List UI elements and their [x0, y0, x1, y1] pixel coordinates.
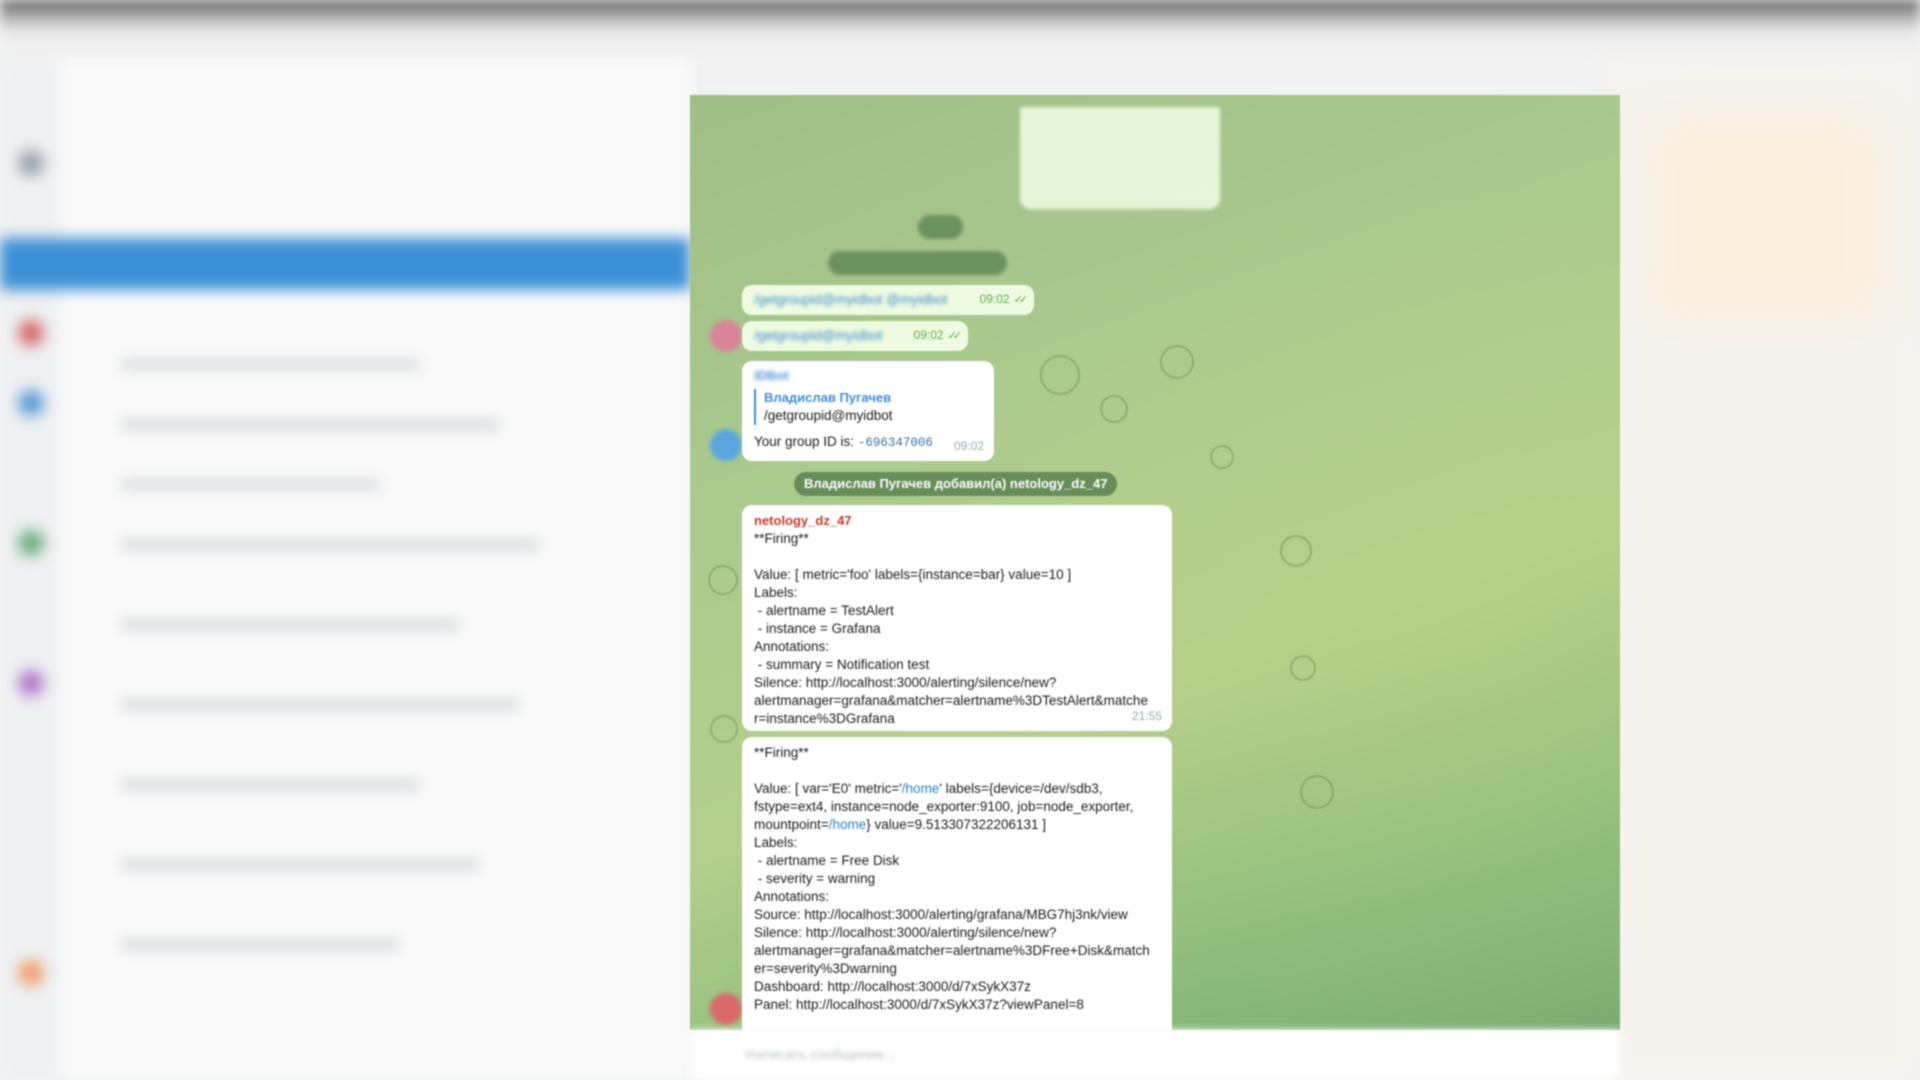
home-link[interactable]: /home — [902, 781, 940, 796]
message-time: 09:02 — [953, 439, 984, 453]
message-text: Your group ID is: -696347006 — [754, 433, 933, 452]
chat-list-item[interactable] — [120, 540, 540, 549]
alert-details: Labels: - alertname = Free Disk - severi… — [754, 835, 1150, 1012]
chat-list-item[interactable] — [120, 420, 500, 429]
message-sender[interactable]: netology_dz_47 — [754, 512, 852, 530]
wallpaper-doodle — [1040, 355, 1080, 395]
message-sender[interactable]: IDBot — [754, 367, 789, 385]
chat-list-item-active[interactable] — [0, 238, 690, 290]
outgoing-message[interactable]: /getgroupid@myidbot @myidbot 09:02 ✓✓ — [742, 285, 1034, 315]
reply-quote[interactable]: Владислав Пугачев /getgroupid@myidbot — [754, 389, 893, 425]
menu-icon[interactable] — [18, 150, 44, 176]
reply-text: /getgroupid@myidbot — [764, 408, 893, 423]
chat-list-item[interactable] — [120, 780, 420, 789]
service-message-previous: ........................................… — [828, 251, 1007, 275]
reply-author: Владислав Пугачев — [764, 390, 892, 405]
chat-list-item[interactable] — [120, 480, 380, 489]
wallpaper-doodle — [1160, 345, 1194, 379]
wallpaper-doodle — [708, 565, 738, 595]
sender-avatar[interactable] — [710, 320, 742, 352]
outgoing-message[interactable]: /getgroupid@myidbot 09:02 ✓✓ — [742, 321, 968, 351]
message-input-placeholder[interactable]: Написать сообщение... — [745, 1046, 895, 1062]
wallpaper-doodle — [1300, 775, 1334, 809]
group-id-code[interactable]: -696347006 — [858, 436, 933, 450]
message-text: **Firing** Value: [ var='E0' metric='/ho… — [754, 744, 1150, 1014]
wallpaper-doodle — [1280, 535, 1312, 567]
chat-list-item[interactable] — [120, 860, 480, 869]
value-text: Value: [ var='E0' metric=' — [754, 781, 902, 796]
folder-rail — [0, 60, 60, 1080]
folder-icon[interactable] — [18, 530, 44, 556]
bot-avatar[interactable] — [710, 429, 742, 461]
folder-icon[interactable] — [18, 670, 44, 696]
wallpaper-doodle — [1210, 445, 1234, 469]
wallpaper-doodle — [1290, 655, 1316, 681]
alert-message[interactable]: netology_dz_47 **Firing** Value: [ metri… — [742, 505, 1172, 731]
message-time: 09:02 ✓✓ — [980, 290, 1029, 309]
read-ticks-icon: ✓✓ — [947, 330, 963, 342]
wallpaper-doodle — [1100, 395, 1128, 423]
chat-area: ....... ................................… — [690, 95, 1620, 1030]
sender-avatar[interactable] — [710, 993, 742, 1025]
message-time: 09:02 ✓✓ — [914, 326, 963, 345]
outgoing-message-previous — [1020, 107, 1220, 209]
message-text[interactable]: /getgroupid@myidbot @myidbot — [754, 291, 947, 309]
chat-list-item[interactable] — [120, 940, 400, 949]
read-ticks-icon: ✓✓ — [1013, 294, 1029, 306]
chat-list-item[interactable] — [120, 620, 460, 629]
message-text: **Firing** Value: [ metric='foo' labels=… — [754, 531, 1148, 726]
right-panel-highlight — [1650, 120, 1880, 320]
service-message: Владислав Пугачев добавил(а) netology_dz… — [794, 472, 1118, 496]
folder-icon[interactable] — [18, 390, 44, 416]
alert-message[interactable]: **Firing** Value: [ var='E0' metric='/ho… — [742, 737, 1172, 1030]
folder-icon[interactable] — [18, 960, 44, 986]
alert-title: **Firing** — [754, 745, 809, 760]
chat-list-sidebar — [0, 60, 690, 1080]
date-separator: ....... — [918, 215, 964, 239]
home-link[interactable]: /home — [829, 817, 867, 832]
group-id-label: Your group ID is: — [754, 434, 855, 449]
bot-reply-message[interactable]: IDBot Владислав Пугачев /getgroupid@myid… — [742, 361, 994, 461]
wallpaper-doodle — [710, 715, 738, 743]
chat-list-item[interactable] — [120, 360, 420, 369]
message-time: 21:55 — [1131, 709, 1162, 723]
chat-list-item[interactable] — [120, 700, 520, 709]
value-text: } value=9.513307322206131 ] — [866, 817, 1047, 832]
folder-icon[interactable] — [18, 320, 44, 346]
message-text[interactable]: /getgroupid@myidbot — [754, 327, 883, 345]
